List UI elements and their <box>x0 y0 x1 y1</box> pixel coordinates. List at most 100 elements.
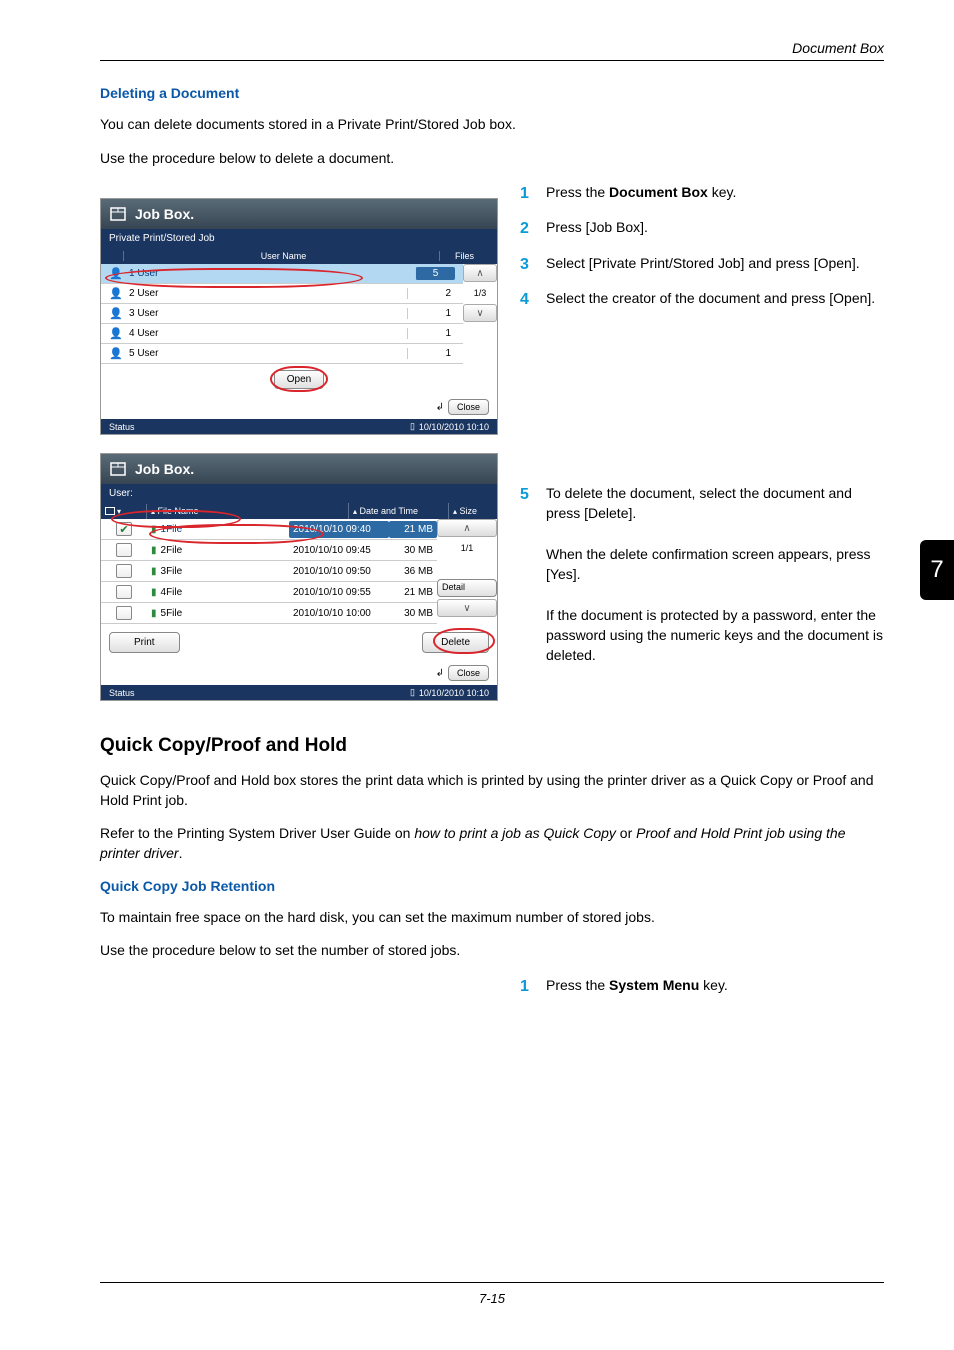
doc-icon: ▮ <box>151 524 157 535</box>
file-count: 2 <box>407 288 455 299</box>
file-row[interactable]: ▮ 3File 2010/10/10 09:5036 MB <box>101 561 437 582</box>
file-size: 30 MB <box>389 542 437 559</box>
file-row[interactable]: ▮ 2File 2010/10/10 09:4530 MB <box>101 540 437 561</box>
status-label: Status <box>109 422 135 432</box>
nav-page: 1/1 <box>437 539 497 557</box>
user-row[interactable]: 👤2 User2 <box>101 284 463 304</box>
step-num: 1 <box>520 182 546 205</box>
panel-titlebar: Job Box. <box>101 199 497 229</box>
file-count: 1 <box>407 308 455 319</box>
nav-up[interactable]: ∧ <box>463 264 497 282</box>
close-button[interactable]: Close <box>448 399 489 415</box>
user-row[interactable]: 👤4 User1 <box>101 324 463 344</box>
panel-title: Job Box. <box>135 206 194 222</box>
doc-icon: ▮ <box>151 566 157 577</box>
user-name: 3 User <box>129 308 407 319</box>
nav: ∧ 1/1 Detail ∨ <box>437 519 497 624</box>
box-icon <box>109 205 127 223</box>
file-row[interactable]: ▮4File2010/10/10 09:5521 MB <box>101 582 437 603</box>
file-checkbox[interactable]: ✔ <box>116 522 132 536</box>
user-icon: 👤 <box>109 307 123 320</box>
page-header: Document Box <box>100 40 884 60</box>
file-row[interactable]: ✔▮1File2010/10/10 09:4021 MB <box>101 519 437 540</box>
print-button[interactable]: Print <box>109 632 180 653</box>
open-button[interactable]: Open <box>274 370 324 389</box>
user-list: 👤1 User5👤2 User2👤3 User1👤4 User1👤5 User1 <box>101 264 463 364</box>
step-num: 5 <box>520 483 546 666</box>
file-size: 21 MB <box>389 521 437 538</box>
section2-sub: Quick Copy Job Retention <box>100 878 884 894</box>
section2-step-1: 1 Press the System Menu key. <box>520 975 884 998</box>
delete-button[interactable]: Delete <box>422 632 489 653</box>
file-count: 1 <box>407 328 455 339</box>
section-title: Deleting a Document <box>100 85 884 101</box>
file-name: 5File <box>161 608 183 619</box>
step-num: 3 <box>520 253 546 276</box>
file-count: 5 <box>415 267 455 280</box>
file-header: ▾ ▴ File Name ▴ Date and Time ▴ Size <box>101 503 497 519</box>
job-box-users-panel: Job Box. Private Print/Stored Job User N… <box>100 198 498 435</box>
step-3: 3 Select [Private Print/Stored Job] and … <box>520 253 884 276</box>
col-user-name: User Name <box>123 251 439 261</box>
nav-page: 1/3 <box>463 284 497 302</box>
file-size: 36 MB <box>389 563 437 580</box>
user-row[interactable]: 👤 1 User 5 <box>101 264 463 284</box>
step-num: 4 <box>520 288 546 311</box>
file-name: 1File <box>161 524 183 535</box>
section2-p2: Refer to the Printing System Driver User… <box>100 824 884 863</box>
nav-down[interactable]: ∨ <box>463 304 497 322</box>
file-row[interactable]: ▮5File2010/10/10 10:0030 MB <box>101 603 437 624</box>
user-icon: 👤 <box>109 287 123 300</box>
intro-p2: Use the procedure below to delete a docu… <box>100 149 884 169</box>
user-name: 4 User <box>129 328 407 339</box>
user-name: 1 User <box>129 268 407 279</box>
col-file-name: File Name <box>158 506 199 516</box>
chapter-tab: 7 <box>920 540 954 600</box>
nav-down[interactable]: ∨ <box>437 599 497 617</box>
detail-button[interactable]: Detail <box>437 579 497 597</box>
select-all[interactable]: ▾ <box>101 504 147 519</box>
section2-p3: To maintain free space on the hard disk,… <box>100 908 884 928</box>
close-button[interactable]: Close <box>448 665 489 681</box>
section2-p1: Quick Copy/Proof and Hold box stores the… <box>100 771 884 810</box>
doc-icon: ▮ <box>151 545 157 556</box>
file-date: 2010/10/10 09:50 <box>289 563 389 580</box>
file-name: 2File <box>161 545 183 556</box>
enter-icon: ↲ <box>436 402 444 413</box>
col-size: Size <box>460 506 478 516</box>
intro-p1: You can delete documents stored in a Pri… <box>100 115 884 135</box>
file-size: 30 MB <box>389 605 437 622</box>
file-checkbox[interactable] <box>116 606 132 620</box>
file-checkbox[interactable] <box>116 585 132 599</box>
file-list: ✔▮1File2010/10/10 09:4021 MB▮2File2010/1… <box>101 519 437 624</box>
list-header: User Name Files <box>101 248 497 264</box>
doc-icon: ▮ <box>151 608 157 619</box>
user-icon: 👤 <box>109 347 123 360</box>
col-files: Files <box>439 251 489 261</box>
step-2: 2 Press [Job Box]. <box>520 217 884 240</box>
file-name: 4File <box>161 587 183 598</box>
nav-up[interactable]: ∧ <box>437 519 497 537</box>
flag-icon: ▯ <box>410 687 415 698</box>
section2-p4: Use the procedure below to set the numbe… <box>100 941 884 961</box>
timestamp: 10/10/2010 10:10 <box>419 688 489 698</box>
crumb: User: <box>101 484 497 503</box>
flag-icon: ▯ <box>410 421 415 432</box>
step-num: 1 <box>520 975 546 998</box>
file-date: 2010/10/10 09:45 <box>289 542 389 559</box>
file-date: 2010/10/10 09:55 <box>289 584 389 601</box>
user-icon: 👤 <box>109 267 123 280</box>
file-checkbox[interactable] <box>116 564 132 578</box>
file-checkbox[interactable] <box>116 543 132 557</box>
user-row[interactable]: 👤 3 User1 <box>101 304 463 324</box>
nav: ∧ 1/3 ∨ <box>463 264 497 364</box>
panel-title: Job Box. <box>135 461 194 477</box>
file-name: 3File <box>161 566 183 577</box>
step-5: 5 To delete the document, select the doc… <box>520 483 884 666</box>
doc-icon: ▮ <box>151 587 157 598</box>
user-name: 5 User <box>129 348 407 359</box>
section2-title: Quick Copy/Proof and Hold <box>100 735 884 757</box>
status-label: Status <box>109 688 135 698</box>
user-row[interactable]: 👤5 User1 <box>101 344 463 364</box>
crumb: Private Print/Stored Job <box>101 229 497 248</box>
